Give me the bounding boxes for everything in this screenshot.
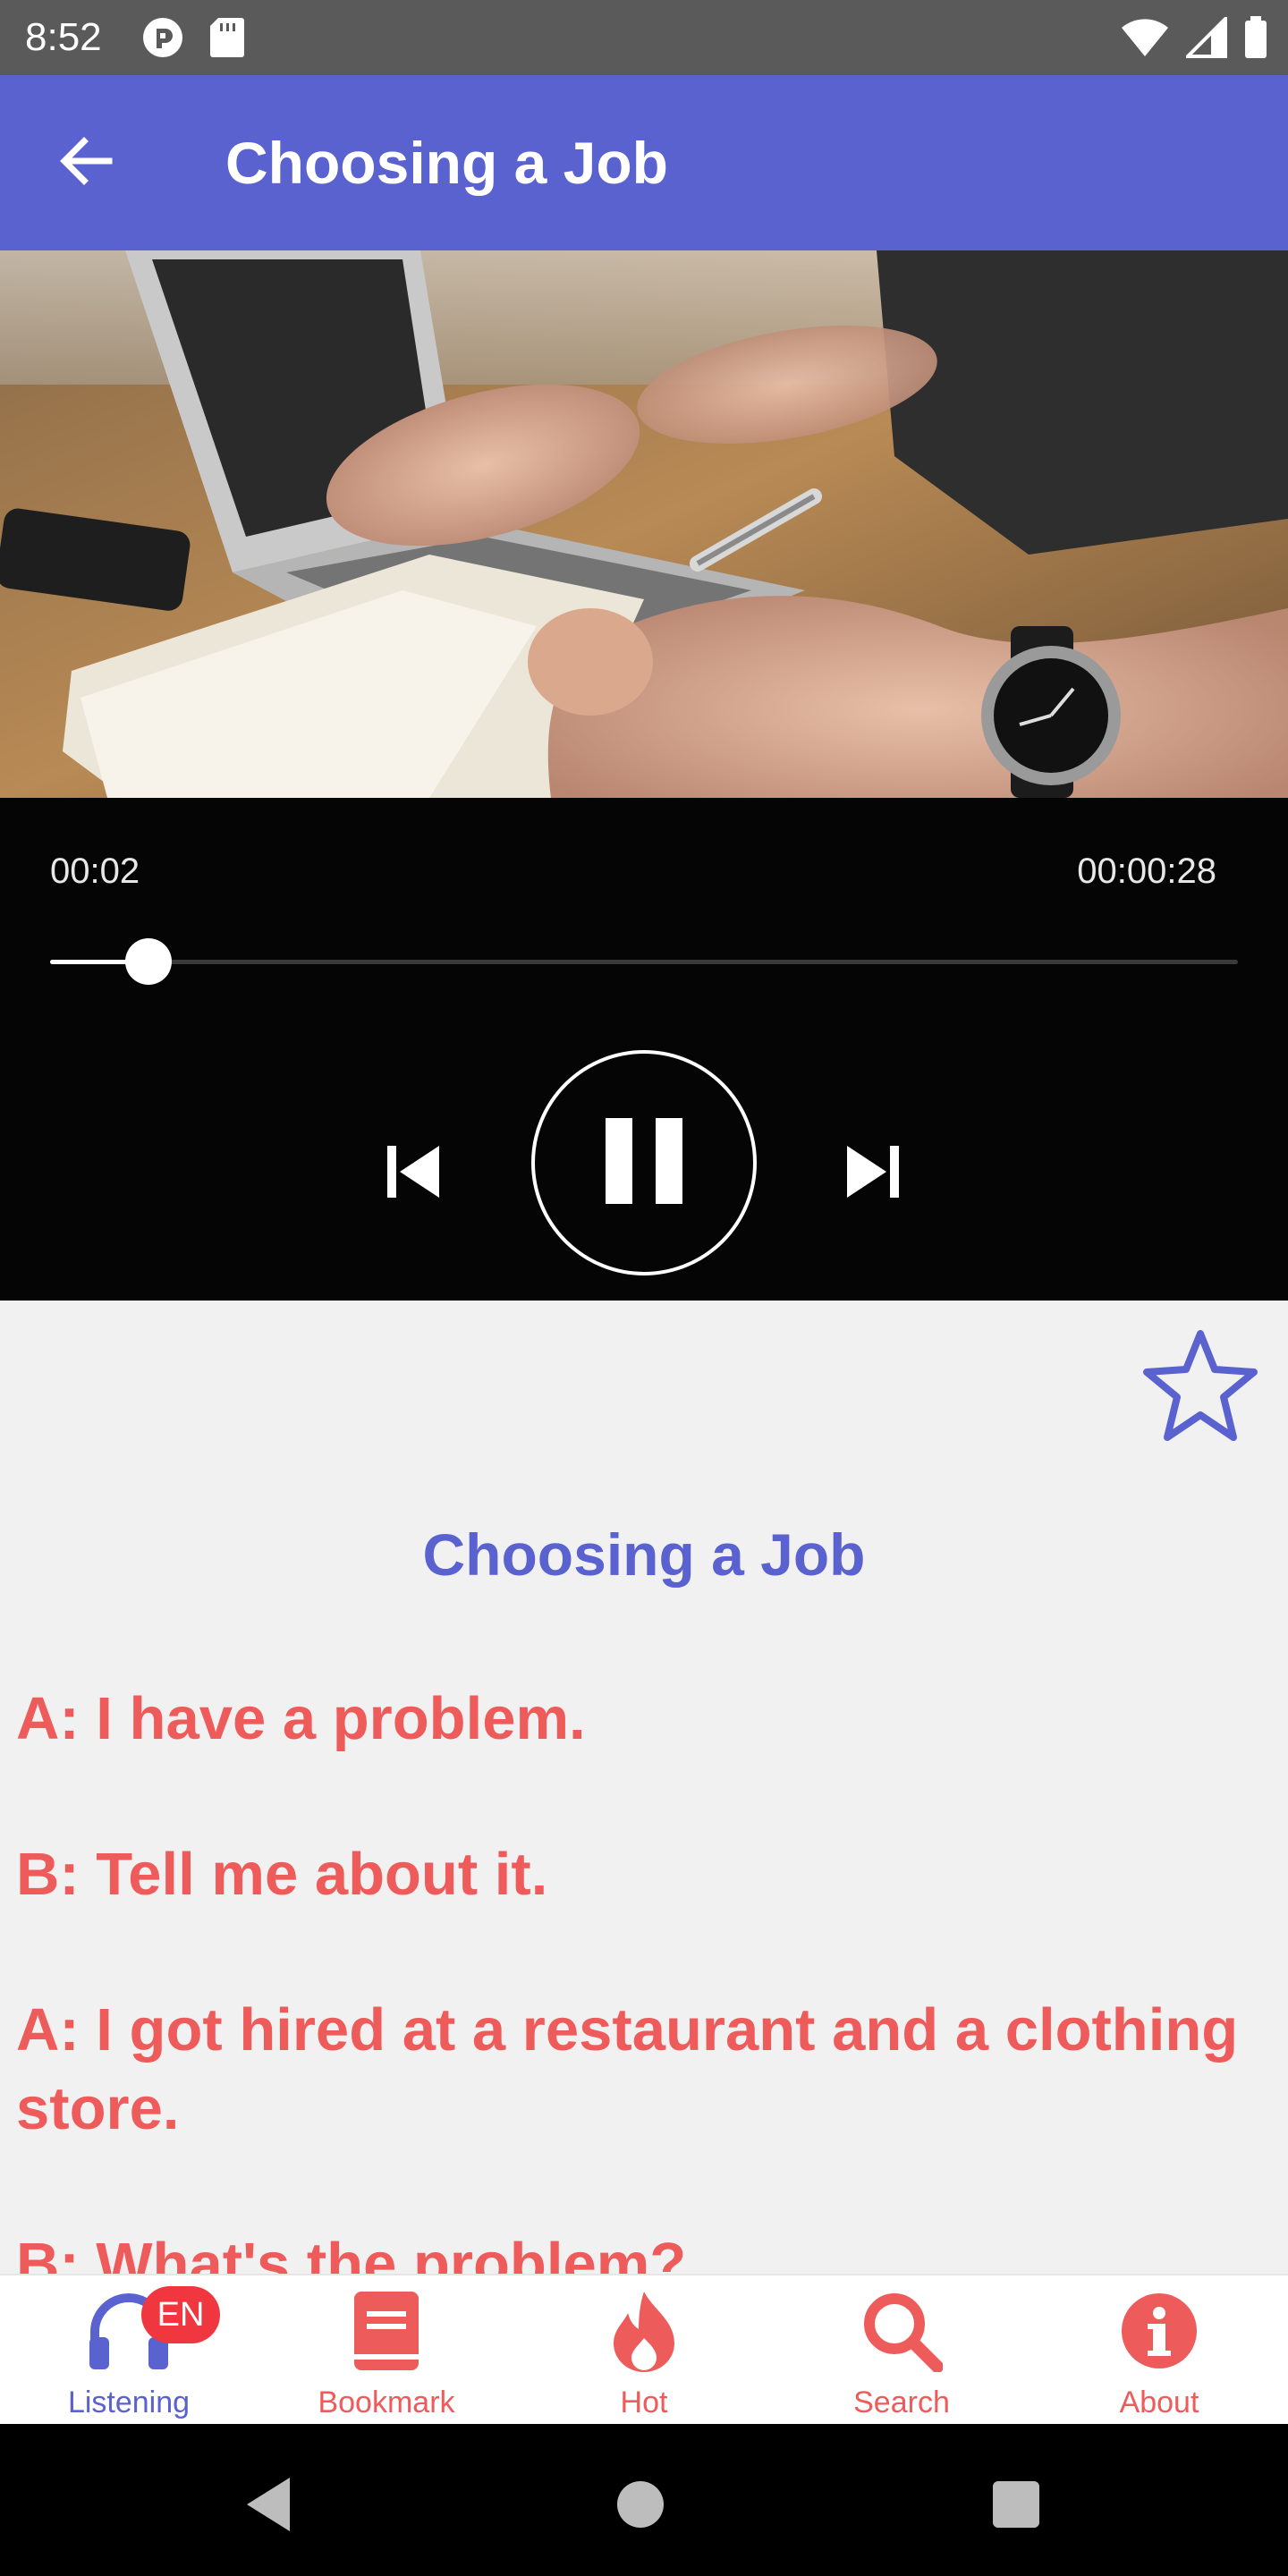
nav-label: Search [853,2385,950,2419]
lesson-image [0,250,1288,798]
battery-icon [1243,16,1268,64]
signal-icon [1183,14,1227,63]
previous-button[interactable] [376,1138,447,1209]
star-outline-icon [1141,1328,1259,1449]
sd-card-icon [209,16,245,64]
back-triangle-icon [247,2478,290,2531]
bottom-navigation: EN Listening Bookmark Hot Search About [0,2274,1288,2424]
current-time: 00:02 [50,852,140,891]
wifi-icon [1120,17,1170,63]
skip-next-icon [843,1140,906,1208]
system-navigation [0,2424,1288,2576]
writing-photo [0,250,1288,798]
nav-label: About [1119,2385,1199,2419]
dialogue-line: B: Tell me about it. [16,1841,548,1908]
status-right-icons [1120,14,1268,64]
dialogue-line: A: I have a problem. [16,1685,586,1752]
dialogue: A: I have a problem. B: Tell me about it… [16,1680,1286,2274]
app-title: Choosing a Job [225,130,668,196]
privacy-icon [141,16,184,64]
app-bar: Choosing a Job [0,75,1288,250]
nav-label: Bookmark [318,2385,455,2419]
nav-item-listening[interactable]: EN Listening [0,2275,258,2426]
nav-item-bookmark[interactable]: Bookmark [258,2275,515,2426]
nav-label: Hot [620,2385,668,2419]
nav-item-about[interactable]: About [1030,2275,1288,2426]
search-icon [857,2286,946,2376]
lesson-title: Choosing a Job [422,1521,866,1588]
nav-label: Listening [67,2385,191,2419]
nav-item-hot[interactable]: Hot [515,2275,773,2426]
back-button[interactable] [43,120,129,206]
total-time: 00:00:28 [1077,852,1216,891]
skip-previous-icon [380,1140,443,1208]
dialogue-line: B: What's the problem? [16,2231,687,2274]
fire-icon [599,2286,689,2376]
audio-player: 00:02 00:00:28 [0,798,1288,1301]
seek-bar[interactable] [50,938,1238,985]
lesson-content: Choosing a Job A: I have a problem. B: T… [0,1301,1288,2274]
arrow-back-icon [57,132,114,194]
nav-item-search[interactable]: Search [773,2275,1030,2426]
status-time: 8:52 [25,15,102,59]
system-home-button[interactable] [617,2481,664,2528]
next-button[interactable] [839,1138,911,1209]
dialogue-line: A: I got hired at a restaurant and a clo… [16,1996,1239,2142]
pause-button[interactable] [531,1050,757,1275]
status-left-icons [141,16,245,64]
system-back-button[interactable] [234,2469,306,2540]
status-bar: 8:52 [0,0,1288,75]
pause-icon [604,1116,684,1210]
seek-thumb[interactable] [125,938,173,985]
book-icon [342,2286,431,2376]
language-badge: EN [141,2286,220,2343]
bookmark-star-button[interactable] [1138,1326,1263,1451]
info-icon [1114,2286,1204,2376]
system-recents-button[interactable] [993,2481,1039,2528]
